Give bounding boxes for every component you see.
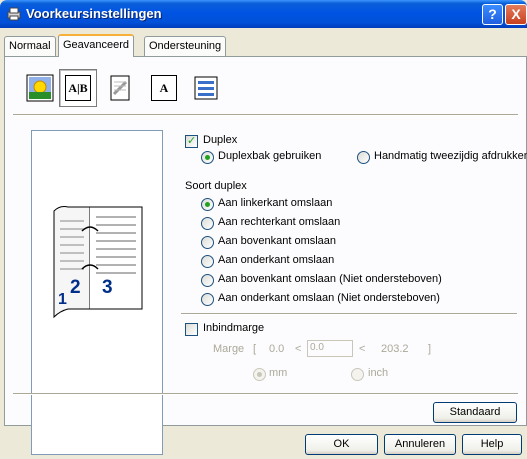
device-options-icon: [194, 76, 218, 100]
help-button[interactable]: Help: [462, 434, 522, 455]
duplex-type-label-bottom: Aan onderkant omslaan: [218, 254, 335, 266]
duplex-checkbox[interactable]: [185, 134, 198, 148]
margin-label: Marge: [213, 343, 245, 355]
duplex-type-radio-right[interactable]: [201, 217, 214, 230]
quality-icon: [26, 74, 54, 102]
duplex-button[interactable]: A|B: [59, 69, 97, 107]
duplex-type-radio-top-noflip[interactable]: [201, 274, 214, 287]
binding-offset-checkbox[interactable]: [185, 323, 198, 336]
divider: [13, 393, 518, 395]
preview-left-page-number: 2: [70, 277, 81, 298]
tab-normaal[interactable]: Normaal: [4, 36, 56, 56]
duplex-book-icon: [53, 206, 143, 319]
range-less-than: <: [359, 343, 366, 355]
duplexbak-label: Duplexbak gebruiken: [218, 150, 322, 162]
duplex-type-radio-bottom[interactable]: [201, 255, 214, 268]
margin-min: 0.0: [269, 343, 285, 355]
duplex-type-radio-top[interactable]: [201, 236, 214, 249]
watermark-icon: [110, 75, 130, 101]
device-options-button[interactable]: [187, 69, 225, 107]
quality-button[interactable]: [21, 69, 59, 107]
printer-icon: [7, 7, 21, 21]
duplex-type-heading: Soort duplex: [185, 180, 247, 192]
unit-mm-label: mm: [269, 367, 288, 379]
cancel-button[interactable]: Annuleren: [384, 434, 456, 455]
range-open-bracket: [: [253, 343, 257, 355]
unit-inch-radio[interactable]: [351, 368, 364, 381]
range-less-than: <: [295, 343, 302, 355]
binding-offset-label: Inbindmarge: [203, 322, 265, 334]
manual-duplex-radio[interactable]: [357, 151, 370, 164]
help-title-button[interactable]: ?: [482, 4, 503, 25]
duplex-type-label-right: Aan rechterkant omslaan: [218, 216, 341, 228]
tab-geavanceerd[interactable]: Geavanceerd: [58, 34, 135, 57]
window-title: Voorkeursinstellingen: [26, 6, 162, 21]
preview-right-page-number: 3: [102, 277, 113, 298]
duplex-type-radio-bottom-noflip[interactable]: [201, 293, 214, 306]
range-close-bracket: ]: [428, 343, 432, 355]
duplex-type-label-top-noflip: Aan bovenkant omslaan (Niet onderstebove…: [218, 273, 442, 285]
title-bar: Voorkeursinstellingen ? X: [0, 0, 527, 28]
margin-value-input[interactable]: 0.0: [307, 340, 353, 357]
duplex-type-label-top: Aan bovenkant omslaan: [218, 235, 337, 247]
feature-toolbar: A|B A: [21, 69, 235, 111]
duplex-type-label-bottom-noflip: Aan onderkant omslaan (Niet onderstebove…: [218, 292, 440, 304]
page-setting-button[interactable]: A: [145, 69, 183, 107]
ok-button[interactable]: OK: [305, 434, 378, 455]
watermark-button[interactable]: [101, 69, 139, 107]
duplexbak-radio[interactable]: [201, 151, 214, 164]
duplex-type-label-left: Aan linkerkant omslaan: [218, 197, 333, 209]
duplex-icon: A|B: [65, 75, 91, 101]
close-button[interactable]: X: [505, 4, 527, 25]
unit-inch-label: inch: [368, 367, 389, 379]
tab-ondersteuning[interactable]: Ondersteuning: [144, 36, 227, 56]
manual-duplex-label: Handmatig tweezijdig afdrukken: [374, 150, 527, 162]
margin-max: 203.2: [381, 343, 409, 355]
divider: [13, 114, 518, 116]
unit-mm-radio[interactable]: [253, 368, 266, 381]
default-button[interactable]: Standaard: [433, 402, 517, 423]
duplex-label: Duplex: [203, 134, 238, 146]
divider: [181, 313, 517, 315]
duplex-type-radio-left[interactable]: [201, 198, 214, 211]
preview-back-page-number: 1: [58, 291, 67, 308]
tab-panel: A|B A 2 3 1 ✓ Duplex Duplexbak gebruiken…: [4, 56, 527, 455]
page-setting-icon: A: [151, 75, 177, 101]
duplex-preview: 2 3 1: [31, 130, 163, 455]
